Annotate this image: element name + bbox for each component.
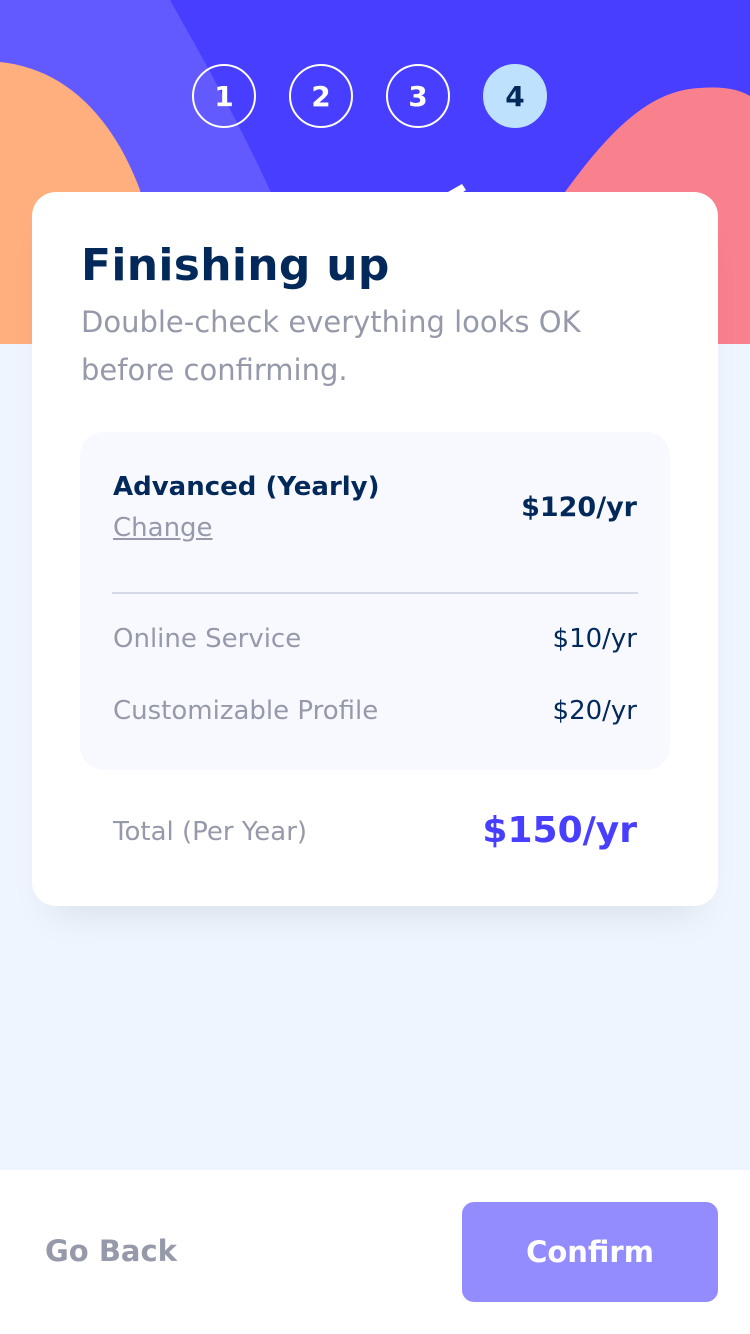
step-4-active[interactable]: 4	[483, 64, 547, 128]
change-plan-link[interactable]: Change	[113, 513, 213, 543]
addon-price-online-service: $10/yr	[552, 624, 637, 654]
step-1[interactable]: 1	[192, 64, 256, 128]
go-back-button[interactable]: Go Back	[45, 1234, 177, 1268]
step-indicator: 1 2 3 4	[192, 64, 547, 128]
addon-name-customizable-profile: Customizable Profile	[113, 696, 379, 726]
step-3[interactable]: 3	[386, 64, 450, 128]
summary-divider	[112, 592, 638, 594]
page-title: Finishing up	[81, 240, 390, 291]
page-subtitle: Double-check everything looks OK before …	[81, 305, 581, 387]
total-label: Total (Per Year)	[113, 817, 308, 847]
plan-name: Advanced (Yearly)	[113, 472, 380, 502]
confirm-button[interactable]: Confirm	[462, 1202, 718, 1302]
plan-price: $120/yr	[521, 492, 637, 523]
addon-price-customizable-profile: $20/yr	[552, 696, 637, 726]
order-summary: Advanced (Yearly) Change $120/yr Online …	[80, 432, 670, 770]
step-2[interactable]: 2	[289, 64, 353, 128]
summary-card: Finishing up Double-check everything loo…	[32, 192, 718, 906]
total-price: $150/yr	[482, 810, 637, 851]
addon-name-online-service: Online Service	[113, 624, 302, 654]
footer-bar: Go Back Confirm	[0, 1170, 750, 1334]
